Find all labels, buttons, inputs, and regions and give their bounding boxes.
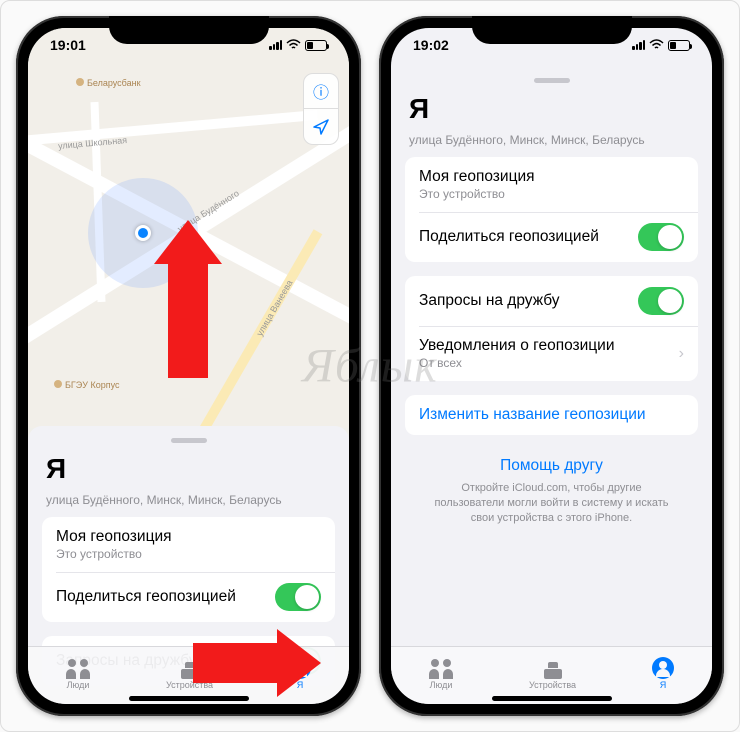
settings-card: Моя геопозиция Это устройство Поделиться… [405, 157, 698, 262]
phone-left: 19:01 улица Будённого улица Школьная ули… [16, 16, 361, 716]
help-friend-block: Помощь другу Откройте iCloud.com, чтобы … [405, 449, 698, 534]
friend-requests-row: Запросы на дружбу [405, 276, 698, 326]
sheet-grabber[interactable] [171, 438, 207, 443]
address-label: улица Будённого, Минск, Минск, Беларусь [405, 129, 698, 157]
my-location-row[interactable]: Моя геопозиция Это устройство [405, 157, 698, 212]
my-location-row[interactable]: Моя геопозиция Это устройство [42, 517, 335, 572]
settings-card-2: Запросы на дружбу Уведомления о геопозиц… [405, 276, 698, 381]
people-icon [66, 657, 90, 679]
chevron-right-icon: › [679, 345, 684, 363]
people-icon [429, 657, 453, 679]
row-subtitle: Это устройство [56, 547, 172, 561]
rename-card: Изменить название геопозиции [405, 395, 698, 435]
me-sheet-expanded[interactable]: Я улица Будённого, Минск, Минск, Беларус… [391, 66, 712, 646]
annotation-arrow-right [193, 643, 283, 683]
my-location-dot [135, 225, 151, 241]
notch [472, 16, 632, 44]
wifi-icon [649, 39, 664, 51]
tab-devices[interactable]: Устройства [529, 657, 576, 690]
phone-right: 19:02 Я улица Будённого, Минск, Минск, Б… [379, 16, 724, 716]
row-title: Запросы на дружбу [419, 292, 560, 310]
locate-button[interactable] [303, 109, 339, 145]
annotation-arrow-up [168, 258, 208, 378]
sheet-title: Я [405, 93, 698, 125]
tab-me[interactable]: Я [652, 657, 674, 690]
address-label: улица Будённого, Минск, Минск, Беларусь [42, 489, 335, 517]
home-indicator[interactable] [492, 696, 612, 701]
help-friend-description: Откройте iCloud.com, чтобы другие пользо… [425, 481, 678, 526]
sheet-grabber[interactable] [534, 78, 570, 83]
poi-label: БГЭУ Корпус [54, 380, 120, 390]
row-title: Моя геопозиция [56, 528, 172, 546]
me-sheet[interactable]: Я улица Будённого, Минск, Минск, Беларус… [28, 426, 349, 646]
tab-people[interactable]: Люди [429, 657, 453, 690]
row-title: Поделиться геопозицией [419, 228, 599, 246]
wifi-icon [286, 39, 301, 51]
poi-label: Беларусбанк [76, 78, 141, 88]
sheet-title: Я [42, 453, 335, 485]
share-location-toggle[interactable] [275, 583, 321, 611]
location-notifications-row[interactable]: Уведомления о геопозиции От всех › [405, 326, 698, 381]
status-time: 19:02 [413, 37, 449, 53]
row-subtitle: Это устройство [419, 187, 535, 201]
share-location-toggle[interactable] [638, 223, 684, 251]
signal-icon [269, 40, 282, 50]
row-subtitle: От всех [419, 356, 615, 370]
rename-location-row[interactable]: Изменить название геопозиции [405, 395, 698, 435]
help-friend-link[interactable]: Помощь другу [425, 457, 678, 475]
home-indicator[interactable] [129, 696, 249, 701]
share-location-row: Поделиться геопозицией [405, 212, 698, 262]
settings-card: Моя геопозиция Это устройство Поделиться… [42, 517, 335, 622]
battery-icon [305, 40, 327, 51]
me-icon [652, 657, 674, 679]
signal-icon [632, 40, 645, 50]
street-label: улица Ванеева [254, 278, 294, 337]
info-button[interactable]: ⓘ [303, 73, 339, 109]
notch [109, 16, 269, 44]
battery-icon [668, 40, 690, 51]
row-title: Уведомления о геопозиции [419, 337, 615, 355]
tab-people[interactable]: Люди [66, 657, 90, 690]
devices-icon [541, 657, 565, 679]
row-title: Поделиться геопозицией [56, 588, 236, 606]
status-time: 19:01 [50, 37, 86, 53]
friend-requests-toggle[interactable] [638, 287, 684, 315]
share-location-row: Поделиться геопозицией [42, 572, 335, 622]
rename-link[interactable]: Изменить название геопозиции [419, 406, 646, 424]
row-title: Моя геопозиция [419, 168, 535, 186]
